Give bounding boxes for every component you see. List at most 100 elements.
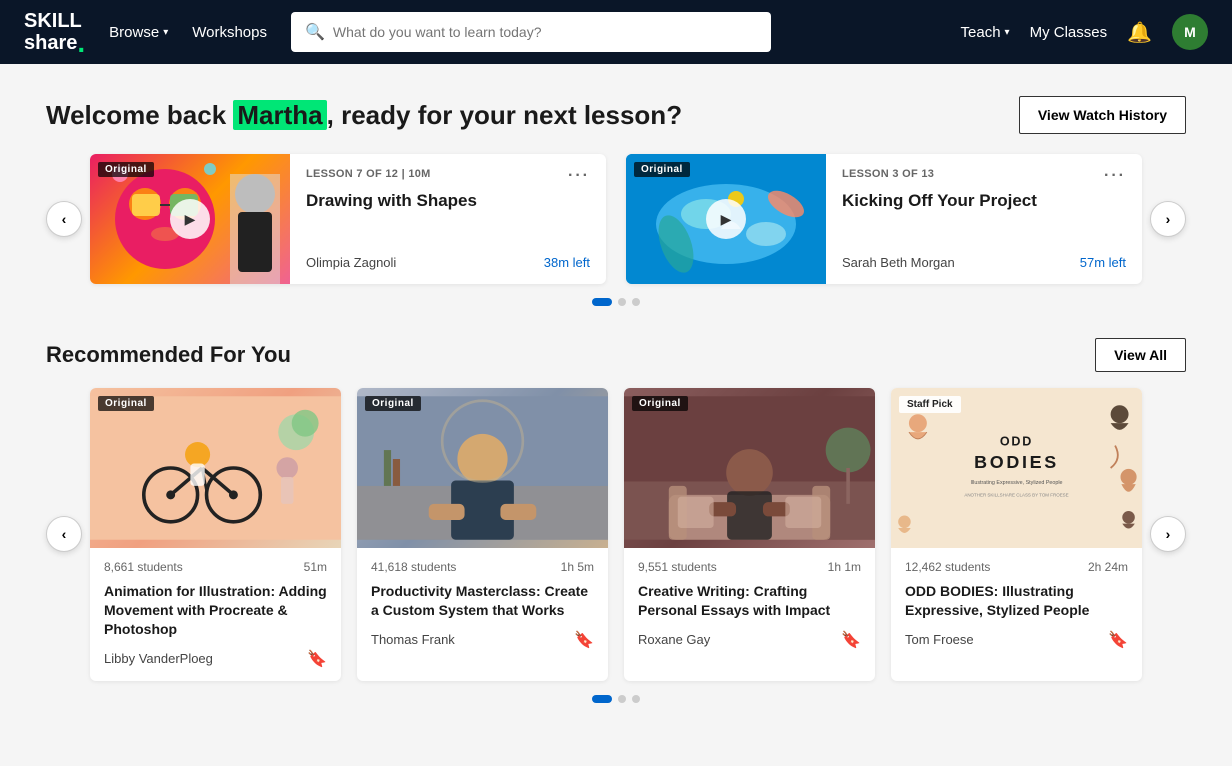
dot-2 — [618, 298, 626, 306]
course-card: ODD BODIES Illustrating Expressive, Styl… — [891, 388, 1142, 681]
course-thumb-art-3 — [624, 388, 875, 548]
dot-3 — [632, 298, 640, 306]
course-card: Original 9,551 students 1h 1m Creative W… — [624, 388, 875, 681]
course-stats-row: 41,618 students 1h 5m — [371, 560, 594, 574]
time-left: 38m left — [544, 255, 590, 270]
lesson-thumbnail: Original ▶ — [90, 154, 290, 284]
courses-grid: Original 8,661 students 51m Animation fo… — [90, 388, 1142, 681]
lesson-card: Original ▶ LESSON 7 OF 12 | 10M ··· Draw… — [90, 154, 606, 284]
lessons-carousel-next-button[interactable]: › — [1150, 201, 1186, 237]
lesson-more-button[interactable]: ··· — [568, 168, 590, 184]
course-instructor: Libby VanderPloeg — [104, 651, 213, 666]
course-info: 41,618 students 1h 5m Productivity Maste… — [357, 548, 608, 662]
course-thumb-art-1 — [90, 388, 341, 548]
play-button[interactable]: ▶ — [170, 199, 210, 239]
avatar[interactable]: M — [1172, 14, 1208, 50]
course-instructor: Thomas Frank — [371, 632, 455, 647]
courses-carousel-dots — [46, 695, 1186, 703]
course-duration: 2h 24m — [1088, 560, 1128, 574]
lessons-carousel: ‹ — [46, 154, 1186, 284]
dot-2 — [618, 695, 626, 703]
instructor-name: Sarah Beth Morgan — [842, 255, 955, 270]
view-all-button[interactable]: View All — [1095, 338, 1186, 372]
course-thumbnail: Original — [357, 388, 608, 548]
course-duration: 1h 5m — [561, 560, 594, 574]
course-duration: 51m — [304, 560, 327, 574]
course-bottom: Thomas Frank 🔖 — [371, 630, 594, 650]
svg-text:ANOTHER SKILLSHARE CLASS BY TO: ANOTHER SKILLSHARE CLASS BY TOM FROESE — [964, 493, 1068, 498]
notification-bell-icon[interactable]: 🔔 — [1127, 20, 1152, 45]
logo[interactable]: SKILL share . — [24, 10, 85, 54]
user-name-highlight: Martha — [233, 100, 326, 130]
dot-3 — [632, 695, 640, 703]
nav-teach[interactable]: Teach ▾ — [961, 24, 1010, 41]
course-title: Creative Writing: Crafting Personal Essa… — [638, 582, 861, 620]
dot-1 — [592, 695, 612, 703]
main-content: Welcome back Martha, ready for your next… — [26, 64, 1206, 735]
course-bottom: Roxane Gay 🔖 — [638, 630, 861, 650]
lessons-grid: Original ▶ LESSON 7 OF 12 | 10M ··· Draw… — [90, 154, 1142, 284]
time-left: 57m left — [1080, 255, 1126, 270]
course-students: 8,661 students — [104, 560, 183, 574]
course-students: 12,462 students — [905, 560, 990, 574]
course-thumbnail: ODD BODIES Illustrating Expressive, Styl… — [891, 388, 1142, 548]
lesson-meta-row: LESSON 7 OF 12 | 10M ··· — [306, 168, 590, 184]
teach-chevron-icon: ▾ — [1005, 27, 1010, 38]
logo-dot: . — [77, 35, 85, 52]
navbar: SKILL share . Browse ▾ Workshops 🔍 Teach… — [0, 0, 1232, 64]
lesson-bottom: Olimpia Zagnoli 38m left — [306, 255, 590, 270]
svg-text:ODD: ODD — [1000, 435, 1033, 449]
courses-carousel-prev-button[interactable]: ‹ — [46, 516, 82, 552]
search-input[interactable] — [333, 24, 757, 40]
instructor-name: Olimpia Zagnoli — [306, 255, 396, 270]
course-instructor: Tom Froese — [905, 632, 974, 647]
welcome-header: Welcome back Martha, ready for your next… — [46, 96, 1186, 134]
browse-chevron-icon: ▾ — [163, 27, 168, 38]
course-title: Productivity Masterclass: Create a Custo… — [371, 582, 594, 620]
nav-browse[interactable]: Browse ▾ — [109, 24, 168, 41]
original-badge: Original — [98, 162, 154, 177]
course-stats-row: 8,661 students 51m — [104, 560, 327, 574]
nav-workshops[interactable]: Workshops — [192, 24, 267, 41]
course-info: 8,661 students 51m Animation for Illustr… — [90, 548, 341, 681]
courses-carousel: ‹ — [46, 388, 1186, 681]
lesson-info: LESSON 7 OF 12 | 10M ··· Drawing with Sh… — [290, 154, 606, 284]
lesson-meta: LESSON 3 OF 13 — [842, 168, 934, 180]
dot-1 — [592, 298, 612, 306]
lesson-more-button[interactable]: ··· — [1104, 168, 1126, 184]
course-card: Original 41,618 students 1h 5m Productiv… — [357, 388, 608, 681]
course-bottom: Libby VanderPloeg 🔖 — [104, 649, 327, 669]
course-thumbnail: Original — [624, 388, 875, 548]
courses-carousel-next-button[interactable]: › — [1150, 516, 1186, 552]
course-info: 12,462 students 2h 24m ODD BODIES: Illus… — [891, 548, 1142, 662]
original-badge: Original — [632, 396, 688, 411]
course-thumb-art-2 — [357, 388, 608, 548]
course-students: 9,551 students — [638, 560, 717, 574]
lessons-carousel-prev-button[interactable]: ‹ — [46, 201, 82, 237]
nav-my-classes[interactable]: My Classes — [1030, 24, 1108, 41]
staff-pick-badge: Staff Pick — [899, 396, 961, 413]
course-card: Original 8,661 students 51m Animation fo… — [90, 388, 341, 681]
course-thumbnail: Original — [90, 388, 341, 548]
bookmark-icon[interactable]: 🔖 — [307, 649, 327, 669]
lesson-title: Kicking Off Your Project — [842, 190, 1126, 212]
course-title: Animation for Illustration: Adding Movem… — [104, 582, 327, 639]
svg-text:BODIES: BODIES — [974, 452, 1059, 472]
bookmark-icon[interactable]: 🔖 — [1108, 630, 1128, 650]
bookmark-icon[interactable]: 🔖 — [574, 630, 594, 650]
play-button[interactable]: ▶ — [706, 199, 746, 239]
search-bar[interactable]: 🔍 — [291, 12, 771, 52]
logo-text-line1: SKILL — [24, 10, 82, 32]
course-info: 9,551 students 1h 1m Creative Writing: C… — [624, 548, 875, 662]
welcome-title: Welcome back Martha, ready for your next… — [46, 100, 682, 131]
course-stats-row: 12,462 students 2h 24m — [905, 560, 1128, 574]
course-instructor: Roxane Gay — [638, 632, 710, 647]
bookmark-icon[interactable]: 🔖 — [841, 630, 861, 650]
lesson-meta: LESSON 7 OF 12 | 10M — [306, 168, 431, 180]
course-students: 41,618 students — [371, 560, 456, 574]
original-badge: Original — [365, 396, 421, 411]
logo-text-line2: share — [24, 32, 77, 54]
view-watch-history-button[interactable]: View Watch History — [1019, 96, 1186, 134]
original-badge: Original — [634, 162, 690, 177]
recommended-title: Recommended For You — [46, 342, 291, 368]
